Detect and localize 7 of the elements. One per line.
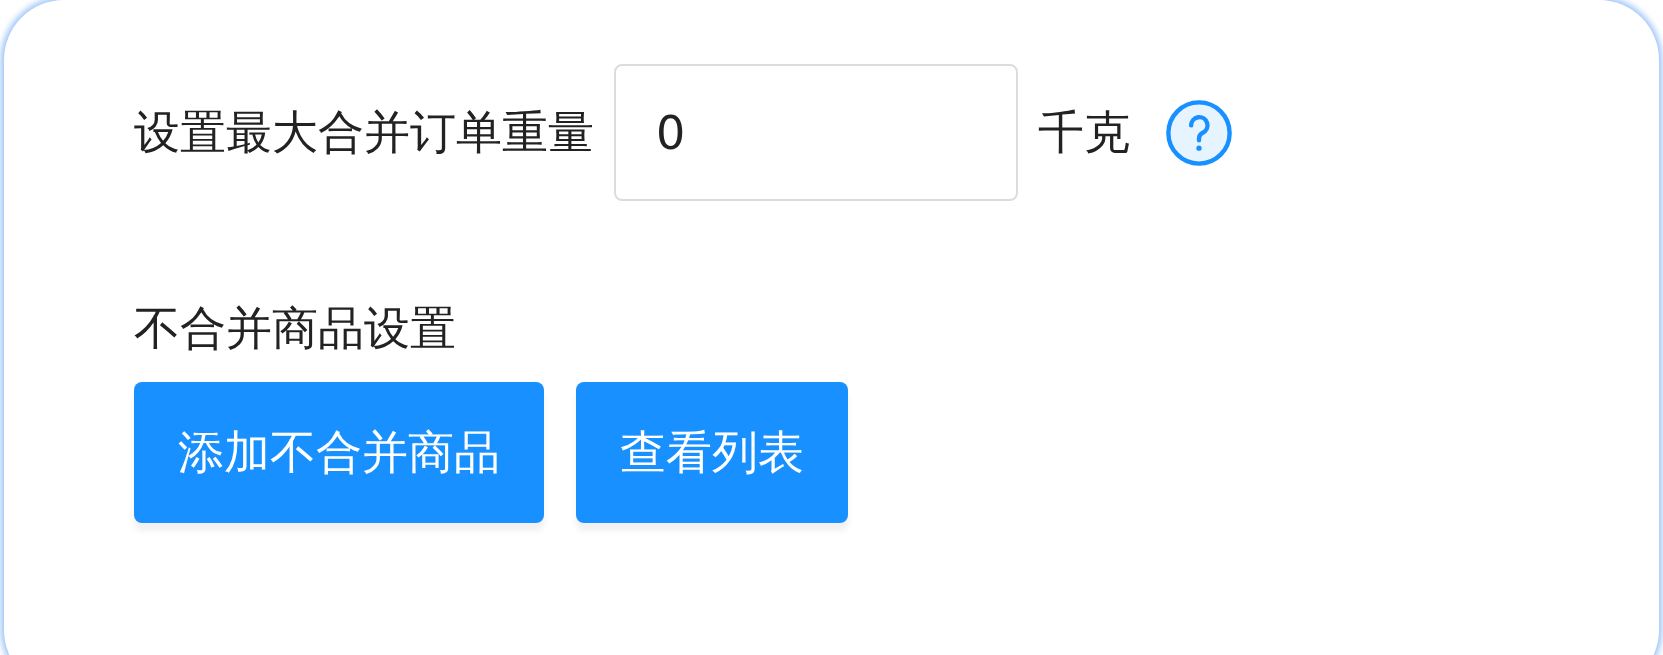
weight-label: 设置最大合并订单重量 xyxy=(134,103,594,161)
action-button[interactable]: 查看列表 xyxy=(576,382,848,524)
weight-input-field[interactable]: 0 xyxy=(614,64,1018,201)
action-button[interactable]: 添加不合并商品 xyxy=(134,382,544,524)
unit-label: 千克 xyxy=(1038,103,1130,161)
section-title: 不合并商品设置 xyxy=(134,301,457,357)
help-icon[interactable] xyxy=(1164,97,1234,168)
